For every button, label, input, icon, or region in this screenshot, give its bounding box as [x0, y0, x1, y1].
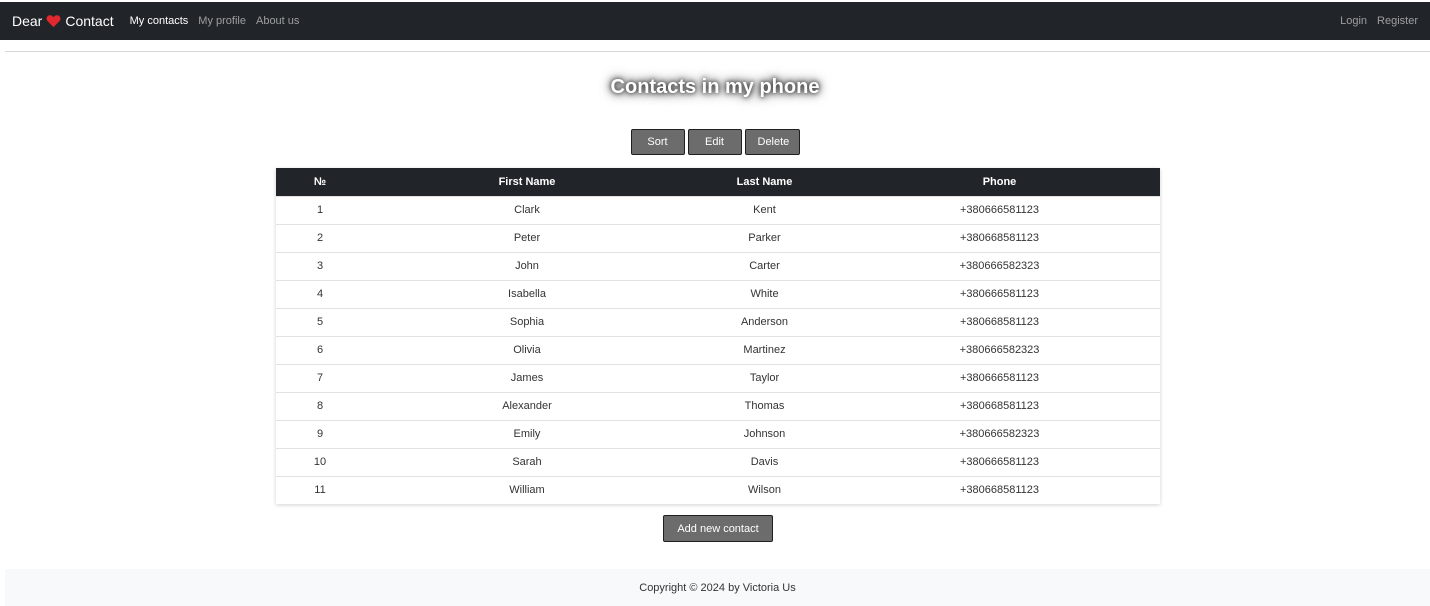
nav-my-contacts[interactable]: My contacts: [130, 15, 189, 27]
add-contact-button[interactable]: Add new contact: [663, 515, 773, 542]
contacts-table: № First Name Last Name Phone 1 Clark Kent +…: [276, 168, 1160, 504]
cell-phone: +380668581123: [839, 307, 1160, 336]
cell-last-name: Kent: [690, 195, 839, 224]
heart-icon: [46, 14, 61, 28]
table-row[interactable]: 7 James Taylor +380666581123: [276, 363, 1160, 392]
table-row[interactable]: 8 Alexander Thomas +380668581123: [276, 391, 1160, 420]
footer: Copyright © 2024 by Victoria Us: [5, 569, 1430, 606]
copyright-text: Copyright © 2024 by Victoria Us: [639, 581, 796, 594]
cell-phone: +380668581123: [839, 223, 1160, 252]
cell-first-name: Sophia: [364, 307, 690, 336]
cell-phone: +380668581123: [839, 391, 1160, 420]
login-link[interactable]: Login: [1340, 15, 1367, 27]
nav-about-us[interactable]: About us: [256, 15, 299, 27]
table-row[interactable]: 10 Sarah Davis +380666581123: [276, 447, 1160, 476]
header-number: №: [313, 175, 327, 188]
cell-number: 4: [276, 279, 364, 308]
cell-number: 8: [276, 391, 364, 420]
cell-number: 1: [276, 195, 364, 224]
table-row[interactable]: 3 John Carter +380666582323: [276, 251, 1160, 280]
table-row[interactable]: 6 Olivia Martinez +380666582323: [276, 335, 1160, 364]
cell-first-name: John: [364, 251, 690, 280]
delete-button[interactable]: Delete: [744, 129, 800, 155]
table-header-row: № First Name Last Name Phone: [276, 168, 1160, 196]
auth-links: Login Register: [1330, 15, 1418, 27]
table-row[interactable]: 9 Emily Johnson +380666582323: [276, 419, 1160, 448]
cell-last-name: Davis: [690, 447, 839, 476]
cell-number: 6: [276, 335, 364, 364]
edit-button[interactable]: Edit: [687, 129, 742, 155]
cell-last-name: Taylor: [690, 363, 839, 392]
nav-my-profile[interactable]: My profile: [198, 15, 246, 27]
brand-prefix: Dear: [12, 13, 43, 29]
header-first-name: First Name: [498, 175, 556, 188]
cell-number: 5: [276, 307, 364, 336]
contacts-table-wrapper: № First Name Last Name Phone 1 Clark Kent +…: [276, 168, 1160, 504]
cell-number: 10: [276, 447, 364, 476]
cell-last-name: Johnson: [690, 419, 839, 448]
cell-phone: +380666581123: [839, 195, 1160, 224]
table-row[interactable]: 2 Peter Parker +380668581123: [276, 223, 1160, 252]
brand[interactable]: Dear Contact: [12, 13, 114, 29]
cell-first-name: Olivia: [364, 335, 690, 364]
cell-number: 7: [276, 363, 364, 392]
cell-phone: +380666582323: [839, 251, 1160, 280]
divider: [5, 51, 1430, 52]
cell-number: 3: [276, 251, 364, 280]
cell-first-name: James: [364, 363, 690, 392]
cell-phone: +380666582323: [839, 335, 1160, 364]
action-buttons: Sort Edit Delete: [0, 129, 1430, 155]
cell-phone: +380666581123: [839, 279, 1160, 308]
table-row[interactable]: 5 Sophia Anderson +380668581123: [276, 307, 1160, 336]
cell-phone: +380666582323: [839, 419, 1160, 448]
cell-first-name: William: [364, 475, 690, 504]
cell-number: 2: [276, 223, 364, 252]
cell-last-name: Thomas: [690, 391, 839, 420]
cell-last-name: Parker: [690, 223, 839, 252]
table-row[interactable]: 1 Clark Kent +380666581123: [276, 195, 1160, 224]
cell-first-name: Peter: [364, 223, 690, 252]
page-title: Contacts in my phone: [610, 76, 820, 98]
navbar: Dear Contact My contacts My profile Abou…: [0, 2, 1430, 40]
header-last-name: Last Name: [736, 175, 793, 188]
cell-phone: +380666581123: [839, 363, 1160, 392]
cell-first-name: Emily: [364, 419, 690, 448]
cell-last-name: Anderson: [690, 307, 839, 336]
table-row[interactable]: 11 William Wilson +380668581123: [276, 475, 1160, 504]
cell-number: 9: [276, 419, 364, 448]
sort-button[interactable]: Sort: [630, 129, 685, 155]
cell-number: 11: [276, 475, 364, 504]
cell-first-name: Alexander: [364, 391, 690, 420]
cell-first-name: Isabella: [364, 279, 690, 308]
cell-last-name: Wilson: [690, 475, 839, 504]
cell-first-name: Sarah: [364, 447, 690, 476]
cell-last-name: Martinez: [690, 335, 839, 364]
register-link[interactable]: Register: [1377, 15, 1418, 27]
table-row[interactable]: 4 Isabella White +380666581123: [276, 279, 1160, 308]
table-body: 1 Clark Kent +380666581123 2 Peter Parker +3806…: [276, 195, 1160, 504]
cell-last-name: Carter: [690, 251, 839, 280]
cell-phone: +380668581123: [839, 475, 1160, 504]
brand-suffix: Contact: [65, 13, 114, 29]
cell-last-name: White: [690, 279, 839, 308]
cell-phone: +380666581123: [839, 447, 1160, 476]
header-phone: Phone: [982, 175, 1017, 188]
cell-first-name: Clark: [364, 195, 690, 224]
